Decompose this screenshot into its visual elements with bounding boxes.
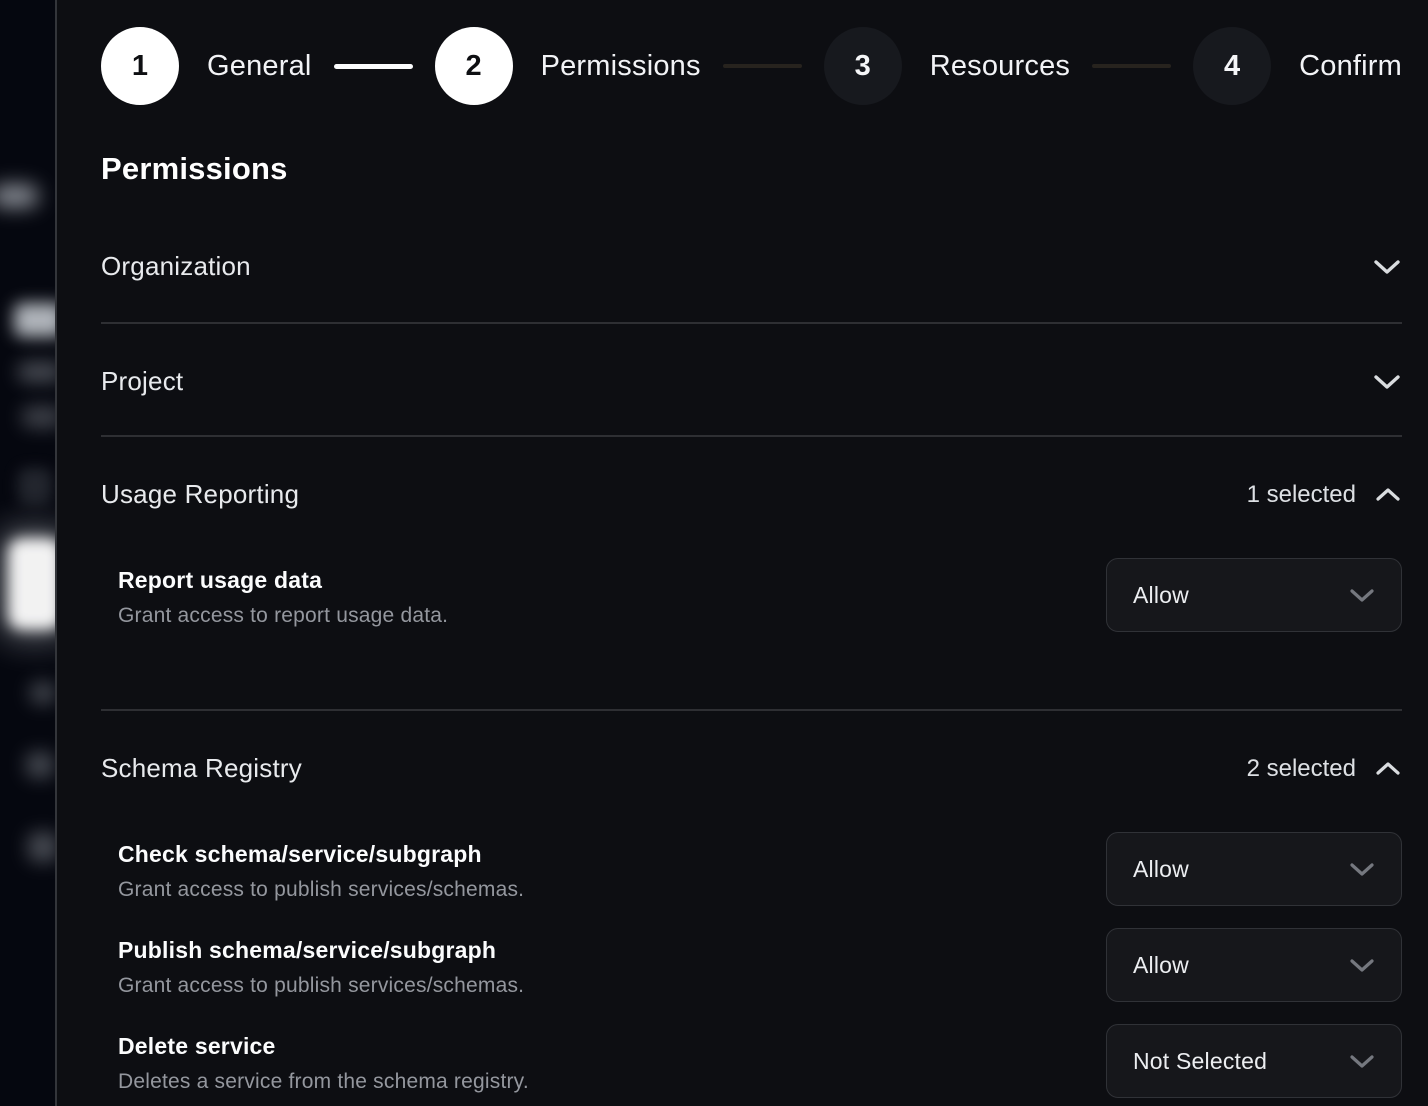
select-value: Allow: [1133, 582, 1189, 609]
step-number-badge: 3: [824, 27, 902, 105]
section-title: Schema Registry: [101, 753, 302, 784]
chevron-down-icon: [1349, 862, 1375, 877]
step-connector: [723, 64, 802, 68]
permission-title: Report usage data: [118, 567, 448, 594]
section-header-schema-registry[interactable]: Schema Registry 2 selected: [101, 711, 1402, 784]
blurred-background-shape: [14, 303, 57, 337]
permission-description: Grant access to publish services/schemas…: [118, 878, 524, 902]
selected-count-badge: 1 selected: [1247, 481, 1356, 509]
blurred-background-logo: [8, 538, 57, 630]
selected-count-badge: 2 selected: [1247, 755, 1356, 783]
step-confirm[interactable]: 4 Confirm: [1193, 27, 1402, 105]
step-permissions[interactable]: 2 Permissions: [435, 27, 701, 105]
page-title: Permissions: [101, 151, 1402, 187]
chevron-up-icon: [1374, 486, 1402, 503]
chevron-down-icon: [1372, 373, 1402, 391]
section-header-project[interactable]: Project: [101, 324, 1402, 435]
step-label: Resources: [930, 50, 1070, 83]
chevron-down-icon: [1349, 1054, 1375, 1069]
permission-select-publish-schema[interactable]: Allow: [1106, 928, 1402, 1002]
permission-select-delete-service[interactable]: Not Selected: [1106, 1024, 1402, 1098]
permission-select-report-usage-data[interactable]: Allow: [1106, 558, 1402, 632]
wizard-stepper: 1 General 2 Permissions 3 Resources 4 Co…: [101, 27, 1402, 105]
chevron-down-icon: [1372, 258, 1402, 276]
chevron-down-icon: [1349, 958, 1375, 973]
step-number-badge: 2: [435, 27, 513, 105]
step-connector: [334, 64, 413, 69]
permission-description: Grant access to publish services/schemas…: [118, 974, 524, 998]
step-connector: [1092, 64, 1171, 68]
section-title: Project: [101, 366, 183, 397]
blurred-background-shape: [26, 752, 54, 778]
create-key-wizard: 1 General 2 Permissions 3 Resources 4 Co…: [57, 0, 1428, 1106]
permission-list: Report usage data Grant access to report…: [101, 510, 1402, 709]
permission-row: Publish schema/service/subgraph Grant ac…: [118, 928, 1402, 1002]
chevron-down-icon: [1349, 588, 1375, 603]
permission-row: Check schema/service/subgraph Grant acce…: [118, 832, 1402, 906]
permission-title: Publish schema/service/subgraph: [118, 937, 524, 964]
step-label: General: [207, 50, 312, 83]
blurred-background-shape: [30, 682, 56, 704]
permission-title: Check schema/service/subgraph: [118, 841, 524, 868]
chevron-up-icon: [1374, 760, 1402, 777]
select-value: Not Selected: [1133, 1048, 1267, 1075]
step-resources[interactable]: 3 Resources: [824, 27, 1070, 105]
permission-description: Grant access to report usage data.: [118, 604, 448, 628]
app-root: 1 General 2 Permissions 3 Resources 4 Co…: [0, 0, 1428, 1106]
step-number-badge: 4: [1193, 27, 1271, 105]
section-title: Organization: [101, 251, 251, 282]
permission-select-check-schema[interactable]: Allow: [1106, 832, 1402, 906]
select-value: Allow: [1133, 952, 1189, 979]
background-app-strip: [0, 0, 57, 1106]
section-header-usage-reporting[interactable]: Usage Reporting 1 selected: [101, 437, 1402, 510]
section-header-organization[interactable]: Organization: [101, 217, 1402, 322]
blurred-background-icon: [18, 468, 52, 504]
section-title: Usage Reporting: [101, 479, 299, 510]
blurred-background-shape: [0, 185, 38, 207]
step-number-badge: 1: [101, 27, 179, 105]
step-general[interactable]: 1 General: [101, 27, 312, 105]
blurred-background-shape: [18, 362, 57, 382]
permission-description: Deletes a service from the schema regist…: [118, 1070, 529, 1094]
step-label: Permissions: [541, 50, 701, 83]
permission-row: Report usage data Grant access to report…: [118, 558, 1402, 632]
select-value: Allow: [1133, 856, 1189, 883]
blurred-background-shape: [28, 832, 57, 862]
blurred-background-shape: [22, 406, 57, 428]
permission-row: Delete service Deletes a service from th…: [118, 1024, 1402, 1098]
step-label: Confirm: [1299, 50, 1402, 83]
permission-title: Delete service: [118, 1033, 529, 1060]
permission-list: Check schema/service/subgraph Grant acce…: [101, 784, 1402, 1098]
